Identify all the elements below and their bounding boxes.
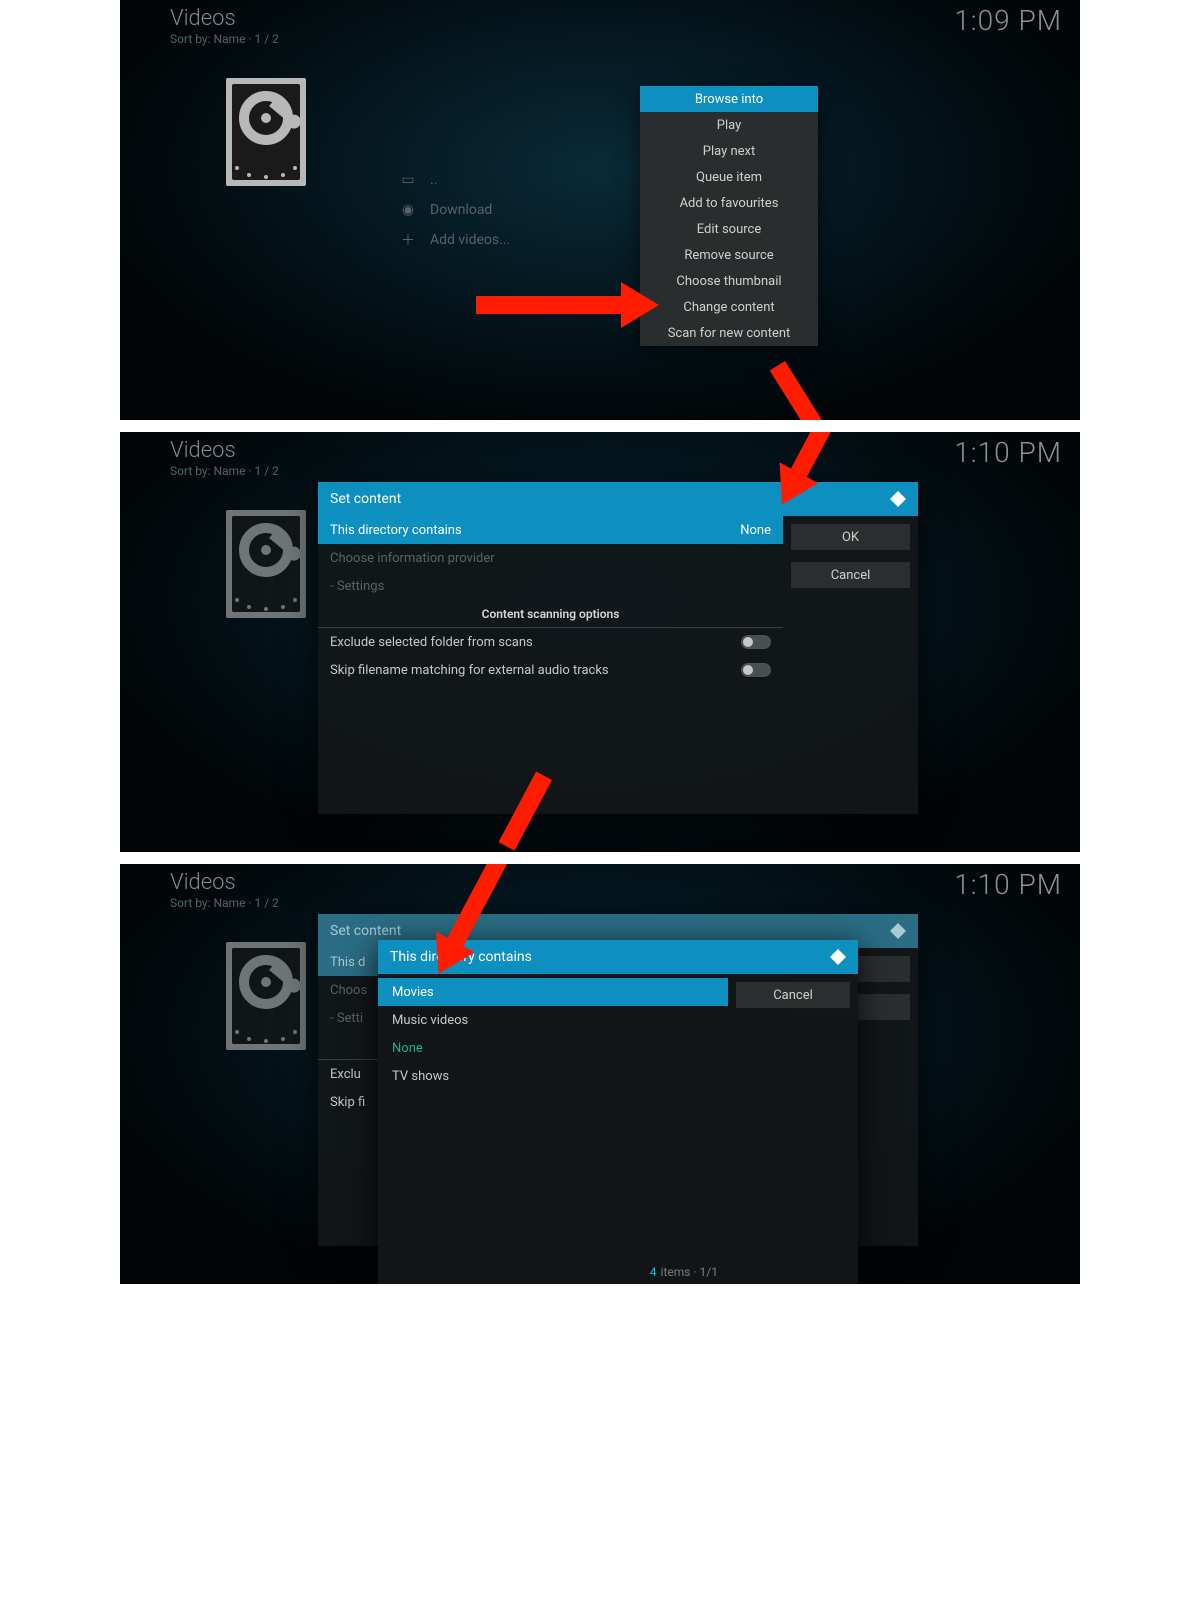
dialog-title-label: This directory contains	[390, 949, 532, 965]
dialog-title: This directory contains	[378, 940, 858, 974]
header: Videos Sort by: Name · 1 / 2	[170, 438, 279, 478]
directory-type-dialog: This directory contains Movies Music vid…	[378, 940, 858, 1284]
row-settings[interactable]: - Settings	[318, 572, 783, 600]
row-label: Exclude selected folder from scans	[330, 635, 533, 650]
folder-up[interactable]: ▭ ..	[400, 165, 510, 195]
page-subtitle: Sort by: Name · 1 / 2	[170, 464, 279, 478]
row-label: - Settings	[330, 579, 384, 594]
ctx-remove-source[interactable]: Remove source	[640, 242, 818, 268]
row-label: Choos	[330, 983, 367, 998]
ctx-queue-item[interactable]: Queue item	[640, 164, 818, 190]
ctx-choose-thumbnail[interactable]: Choose thumbnail	[640, 268, 818, 294]
dialog-title: Set content	[318, 482, 918, 516]
row-label: - Setti	[330, 1011, 363, 1026]
row-this-directory-contains[interactable]: This directory contains None	[318, 516, 783, 544]
option-tv-shows[interactable]: TV shows	[378, 1062, 728, 1090]
section-content-scanning: Content scanning options	[318, 600, 783, 628]
folder-download[interactable]: ◉ Download	[400, 195, 510, 225]
row-label: This directory contains	[330, 523, 462, 538]
row-value: None	[740, 523, 771, 538]
option-movies[interactable]: Movies	[378, 978, 728, 1006]
count-label: items · 1/1	[661, 1265, 718, 1279]
row-label: Exclu	[330, 1067, 361, 1082]
page-title: Videos	[170, 438, 279, 463]
dialog-title-label: Set content	[330, 923, 401, 939]
page-subtitle: Sort by: Name · 1 / 2	[170, 896, 279, 910]
clock: 1:09 PM	[954, 4, 1062, 37]
dialog-title-label: Set content	[330, 491, 401, 507]
row-label: This d	[330, 955, 365, 970]
row-label: Choose information provider	[330, 551, 495, 566]
page-title: Videos	[170, 6, 279, 31]
option-music-videos[interactable]: Music videos	[378, 1006, 728, 1034]
ctx-play[interactable]: Play	[640, 112, 818, 138]
count-number: 4	[650, 1265, 657, 1279]
folder-list: ▭ .. ◉ Download ＋ Add videos...	[400, 165, 510, 255]
folder-download-label: Download	[430, 202, 492, 218]
kodi-icon	[888, 489, 908, 509]
page-title: Videos	[170, 870, 279, 895]
ctx-add-favourites[interactable]: Add to favourites	[640, 190, 818, 216]
row-skip-filename-matching[interactable]: Skip filename matching for external audi…	[318, 656, 783, 684]
toggle-off-icon[interactable]	[741, 663, 771, 677]
panel-2-set-content: Videos Sort by: Name · 1 / 2 1:10 PM Set…	[120, 432, 1080, 852]
toggle-off-icon[interactable]	[741, 635, 771, 649]
row-choose-provider[interactable]: Choose information provider	[318, 544, 783, 572]
hdd-icon	[226, 78, 306, 186]
hdd-icon	[226, 942, 306, 1050]
plus-icon: ＋	[400, 230, 416, 250]
ok-button[interactable]: OK	[791, 524, 910, 550]
items-count: 4 items · 1/1	[378, 1260, 728, 1284]
clock: 1:10 PM	[954, 436, 1062, 469]
ctx-edit-source[interactable]: Edit source	[640, 216, 818, 242]
row-exclude-folder[interactable]: Exclude selected folder from scans	[318, 628, 783, 656]
folder-icon: ▭	[400, 172, 416, 188]
cancel-button[interactable]: Cancel	[791, 562, 910, 588]
add-videos-label: Add videos...	[430, 232, 510, 248]
set-content-dialog: Set content This directory contains None…	[318, 482, 918, 814]
context-menu: Browse into Play Play next Queue item Ad…	[640, 86, 818, 346]
add-videos[interactable]: ＋ Add videos...	[400, 225, 510, 255]
option-none[interactable]: None	[378, 1034, 728, 1062]
kodi-icon	[828, 947, 848, 967]
row-label: Skip filename matching for external audi…	[330, 663, 609, 678]
cancel-button[interactable]: Cancel	[736, 982, 850, 1008]
ctx-scan-for-new[interactable]: Scan for new content	[640, 320, 818, 346]
disc-icon: ◉	[400, 202, 416, 218]
folder-up-label: ..	[430, 172, 437, 188]
ctx-play-next[interactable]: Play next	[640, 138, 818, 164]
row-label: Skip fi	[330, 1095, 365, 1110]
panel-3-directory-type-chooser: Videos Sort by: Name · 1 / 2 1:10 PM Set…	[120, 864, 1080, 1284]
hdd-icon	[226, 510, 306, 618]
header: Videos Sort by: Name · 1 / 2	[170, 6, 279, 46]
kodi-icon	[888, 921, 908, 941]
clock: 1:10 PM	[954, 868, 1062, 901]
ctx-change-content[interactable]: Change content	[640, 294, 818, 320]
ctx-browse-into[interactable]: Browse into	[640, 86, 818, 112]
panel-1-context-menu: Videos Sort by: Name · 1 / 2 1:09 PM ▭ .…	[120, 0, 1080, 420]
header: Videos Sort by: Name · 1 / 2	[170, 870, 279, 910]
page-subtitle: Sort by: Name · 1 / 2	[170, 32, 279, 46]
